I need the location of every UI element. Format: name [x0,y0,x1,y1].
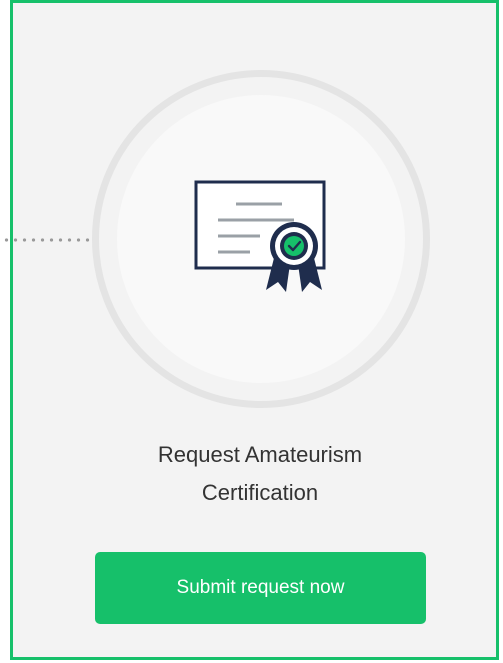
certificate-icon [194,180,326,292]
step-connector-dots [2,238,90,242]
step-title-line-2: Certification [201,480,319,505]
submit-request-button[interactable]: Submit request now [95,552,426,624]
step-title-line-1: Request Amateurism [157,442,363,467]
step-title: Request Amateurism Certification [60,436,460,512]
